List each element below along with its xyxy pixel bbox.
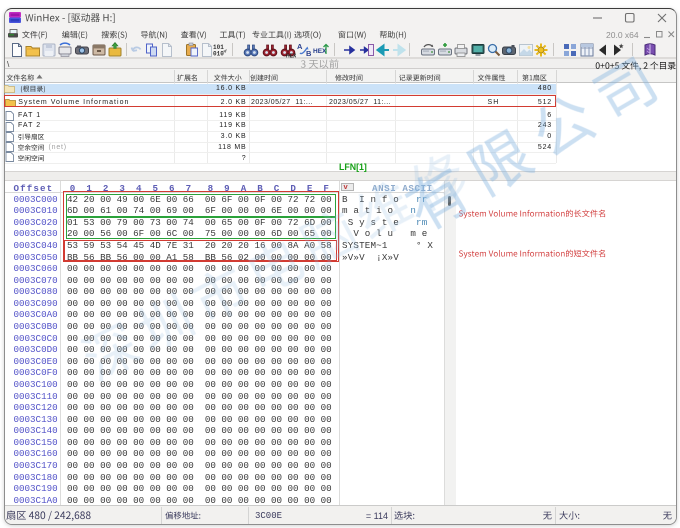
svg-text:010: 010	[213, 51, 224, 58]
svg-text:HEX: HEX	[286, 54, 296, 59]
svg-text:HEX: HEX	[313, 48, 327, 55]
svg-text:A: A	[297, 42, 303, 51]
svg-text:B: B	[306, 49, 312, 58]
